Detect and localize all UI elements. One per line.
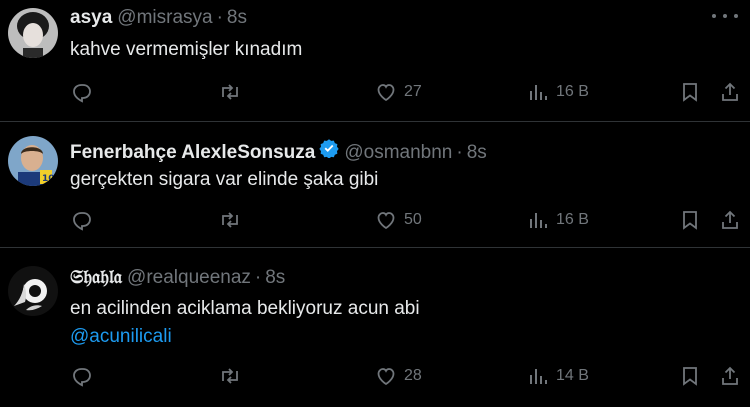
- like-icon: [377, 212, 395, 230]
- reply-button[interactable]: [70, 362, 94, 390]
- avatar[interactable]: [8, 8, 58, 58]
- views-button[interactable]: 16 B: [526, 206, 589, 234]
- reply-button[interactable]: [70, 206, 94, 234]
- timestamp[interactable]: 8s: [227, 7, 247, 29]
- like-button[interactable]: 27: [374, 78, 422, 106]
- avatar[interactable]: [8, 266, 58, 316]
- tweet-text: en acilinden aciklama bekliyoruz acun ab…: [70, 295, 420, 351]
- views-icon: [530, 85, 547, 100]
- share-button[interactable]: [718, 206, 742, 234]
- tweet[interactable]: asya @misrasya · 8s kahve vermemişler kı…: [0, 0, 750, 122]
- like-icon: [377, 368, 395, 386]
- more-icon[interactable]: [712, 6, 738, 26]
- separator: ·: [216, 7, 223, 28]
- display-name[interactable]: asya: [70, 7, 112, 29]
- svg-text:10: 10: [42, 174, 55, 184]
- user-handle[interactable]: @misrasya: [117, 7, 212, 29]
- retweet-icon: [222, 212, 238, 228]
- bookmark-icon: [683, 367, 697, 386]
- tweet-actions: 28 14 B: [70, 362, 750, 390]
- retweet-button[interactable]: [218, 206, 242, 234]
- views-count: 16 B: [556, 211, 589, 228]
- separator: ·: [456, 142, 463, 163]
- avatar[interactable]: 10: [8, 136, 58, 186]
- like-button[interactable]: 50: [374, 206, 422, 234]
- views-button[interactable]: 16 B: [526, 78, 589, 106]
- timestamp[interactable]: 8s: [467, 142, 487, 164]
- display-name[interactable]: 𝔖𝔥𝔞𝔥𝔩𝔞: [70, 267, 122, 289]
- user-handle[interactable]: @osmanbnn: [344, 142, 452, 164]
- retweet-button[interactable]: [218, 78, 242, 106]
- retweet-button[interactable]: [218, 362, 242, 390]
- bookmark-button[interactable]: [678, 206, 702, 234]
- reply-button[interactable]: [70, 78, 94, 106]
- tweet-actions: 50 16 B: [70, 206, 750, 234]
- bookmark-button[interactable]: [678, 78, 702, 106]
- tweet[interactable]: 𝔖𝔥𝔞𝔥𝔩𝔞 @realqueenaz · 8s en acilinden ac…: [0, 248, 750, 407]
- views-count: 16 B: [556, 83, 589, 100]
- tweet-text-body: en acilinden aciklama bekliyoruz acun ab…: [70, 298, 420, 319]
- tweet-header: Fenerbahçe AlexleSonsuza @osmanbnn · 8s: [70, 138, 487, 164]
- reply-icon: [73, 212, 91, 231]
- mention-link[interactable]: @acunilicali: [70, 323, 420, 351]
- retweet-icon: [222, 368, 238, 384]
- share-icon: [722, 210, 738, 229]
- bookmark-button[interactable]: [678, 362, 702, 390]
- like-count: 27: [404, 83, 422, 100]
- verified-badge-icon: [319, 139, 340, 158]
- share-button[interactable]: [718, 78, 742, 106]
- share-button[interactable]: [718, 362, 742, 390]
- views-count: 14 B: [556, 367, 589, 384]
- bookmark-icon: [683, 83, 697, 102]
- views-button[interactable]: 14 B: [526, 362, 589, 390]
- tweet[interactable]: 10 Fenerbahçe AlexleSonsuza @osmanbnn · …: [0, 122, 750, 248]
- like-icon: [377, 84, 395, 102]
- tweet-header: 𝔖𝔥𝔞𝔥𝔩𝔞 @realqueenaz · 8s: [70, 267, 285, 289]
- reply-icon: [73, 84, 91, 103]
- tweet-actions: 27 16 B: [70, 78, 750, 106]
- tweet-text: gerçekten sigara var elinde şaka gibi: [70, 169, 379, 190]
- views-icon: [530, 213, 547, 228]
- timestamp[interactable]: 8s: [265, 267, 285, 289]
- bookmark-icon: [683, 211, 697, 230]
- share-icon: [722, 82, 738, 101]
- tweet-header: asya @misrasya · 8s: [70, 7, 247, 29]
- tweet-text: kahve vermemişler kınadım: [70, 39, 303, 60]
- separator: ·: [254, 267, 262, 288]
- like-count: 50: [404, 211, 422, 228]
- like-button[interactable]: 28: [374, 362, 422, 390]
- views-icon: [530, 369, 547, 384]
- like-count: 28: [404, 367, 422, 384]
- user-handle[interactable]: @realqueenaz: [127, 267, 251, 289]
- display-name[interactable]: Fenerbahçe AlexleSonsuza: [70, 142, 315, 164]
- reply-icon: [73, 368, 91, 387]
- retweet-icon: [222, 84, 238, 100]
- share-icon: [722, 366, 738, 385]
